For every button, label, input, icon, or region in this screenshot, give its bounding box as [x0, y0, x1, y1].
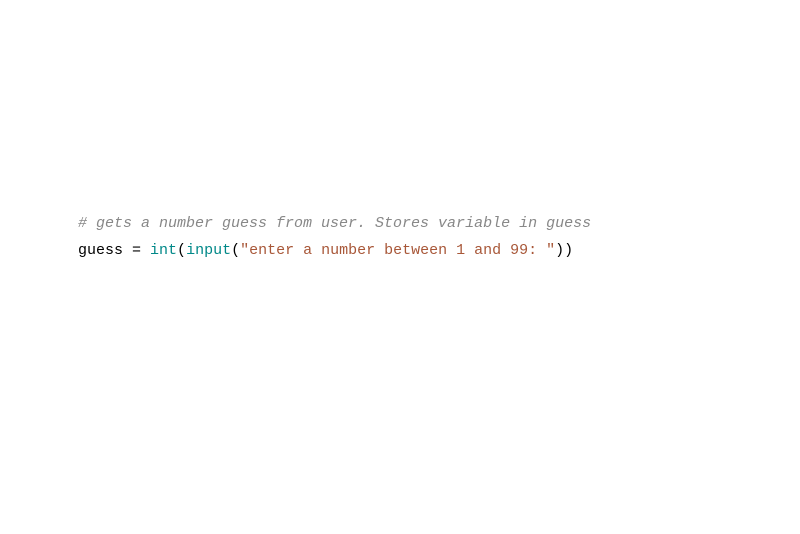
open-paren-1: (: [177, 242, 186, 259]
code-line-comment: # gets a number guess from user. Stores …: [78, 210, 591, 237]
code-snippet: # gets a number guess from user. Stores …: [78, 210, 591, 264]
variable-name: guess: [78, 242, 132, 259]
equals-operator: =: [132, 242, 150, 259]
comment-text: # gets a number guess from user. Stores …: [78, 215, 591, 232]
input-function: input: [186, 242, 231, 259]
close-parens: )): [555, 242, 573, 259]
int-function: int: [150, 242, 177, 259]
code-line-assignment: guess = int(input("enter a number betwee…: [78, 237, 591, 264]
open-paren-2: (: [231, 242, 240, 259]
string-literal: "enter a number between 1 and 99: ": [240, 242, 555, 259]
